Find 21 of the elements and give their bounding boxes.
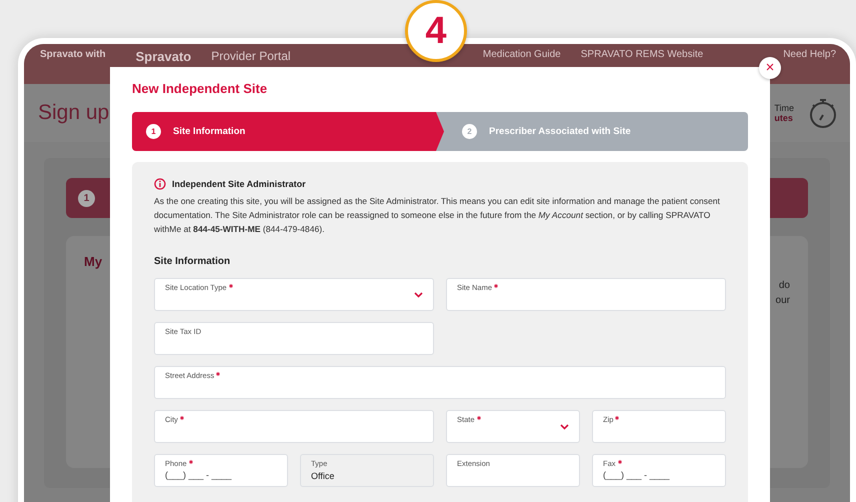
step-number-badge: 4: [405, 0, 467, 62]
card-text: our: [776, 295, 790, 306]
help-link[interactable]: Need Help?: [783, 49, 836, 60]
brand-text: Spravato with: [40, 49, 106, 60]
nav-link[interactable]: SPRAVATO REMS Website: [580, 49, 704, 60]
section-title: Site Information: [154, 256, 232, 267]
timer-label: Time: [774, 103, 794, 113]
step-tab[interactable]: 1 Site Information: [132, 112, 444, 151]
timer-value: utes: [774, 113, 794, 123]
nav-link[interactable]: Medication Guide: [482, 49, 561, 60]
modal-title: New Independent Site: [132, 81, 268, 96]
chevron-down-icon: [414, 292, 423, 298]
portal-title: Provider Portal: [211, 49, 291, 63]
info-icon: [154, 178, 166, 190]
notice-title: Independent Site Administrator: [172, 179, 306, 189]
logo-text: Spravato: [136, 49, 192, 64]
card-title: My: [84, 254, 102, 271]
page-title: Sign up: [38, 101, 110, 125]
chevron-down-icon: [560, 424, 569, 430]
card-text: do: [778, 280, 790, 291]
stopwatch-icon: [808, 97, 838, 129]
